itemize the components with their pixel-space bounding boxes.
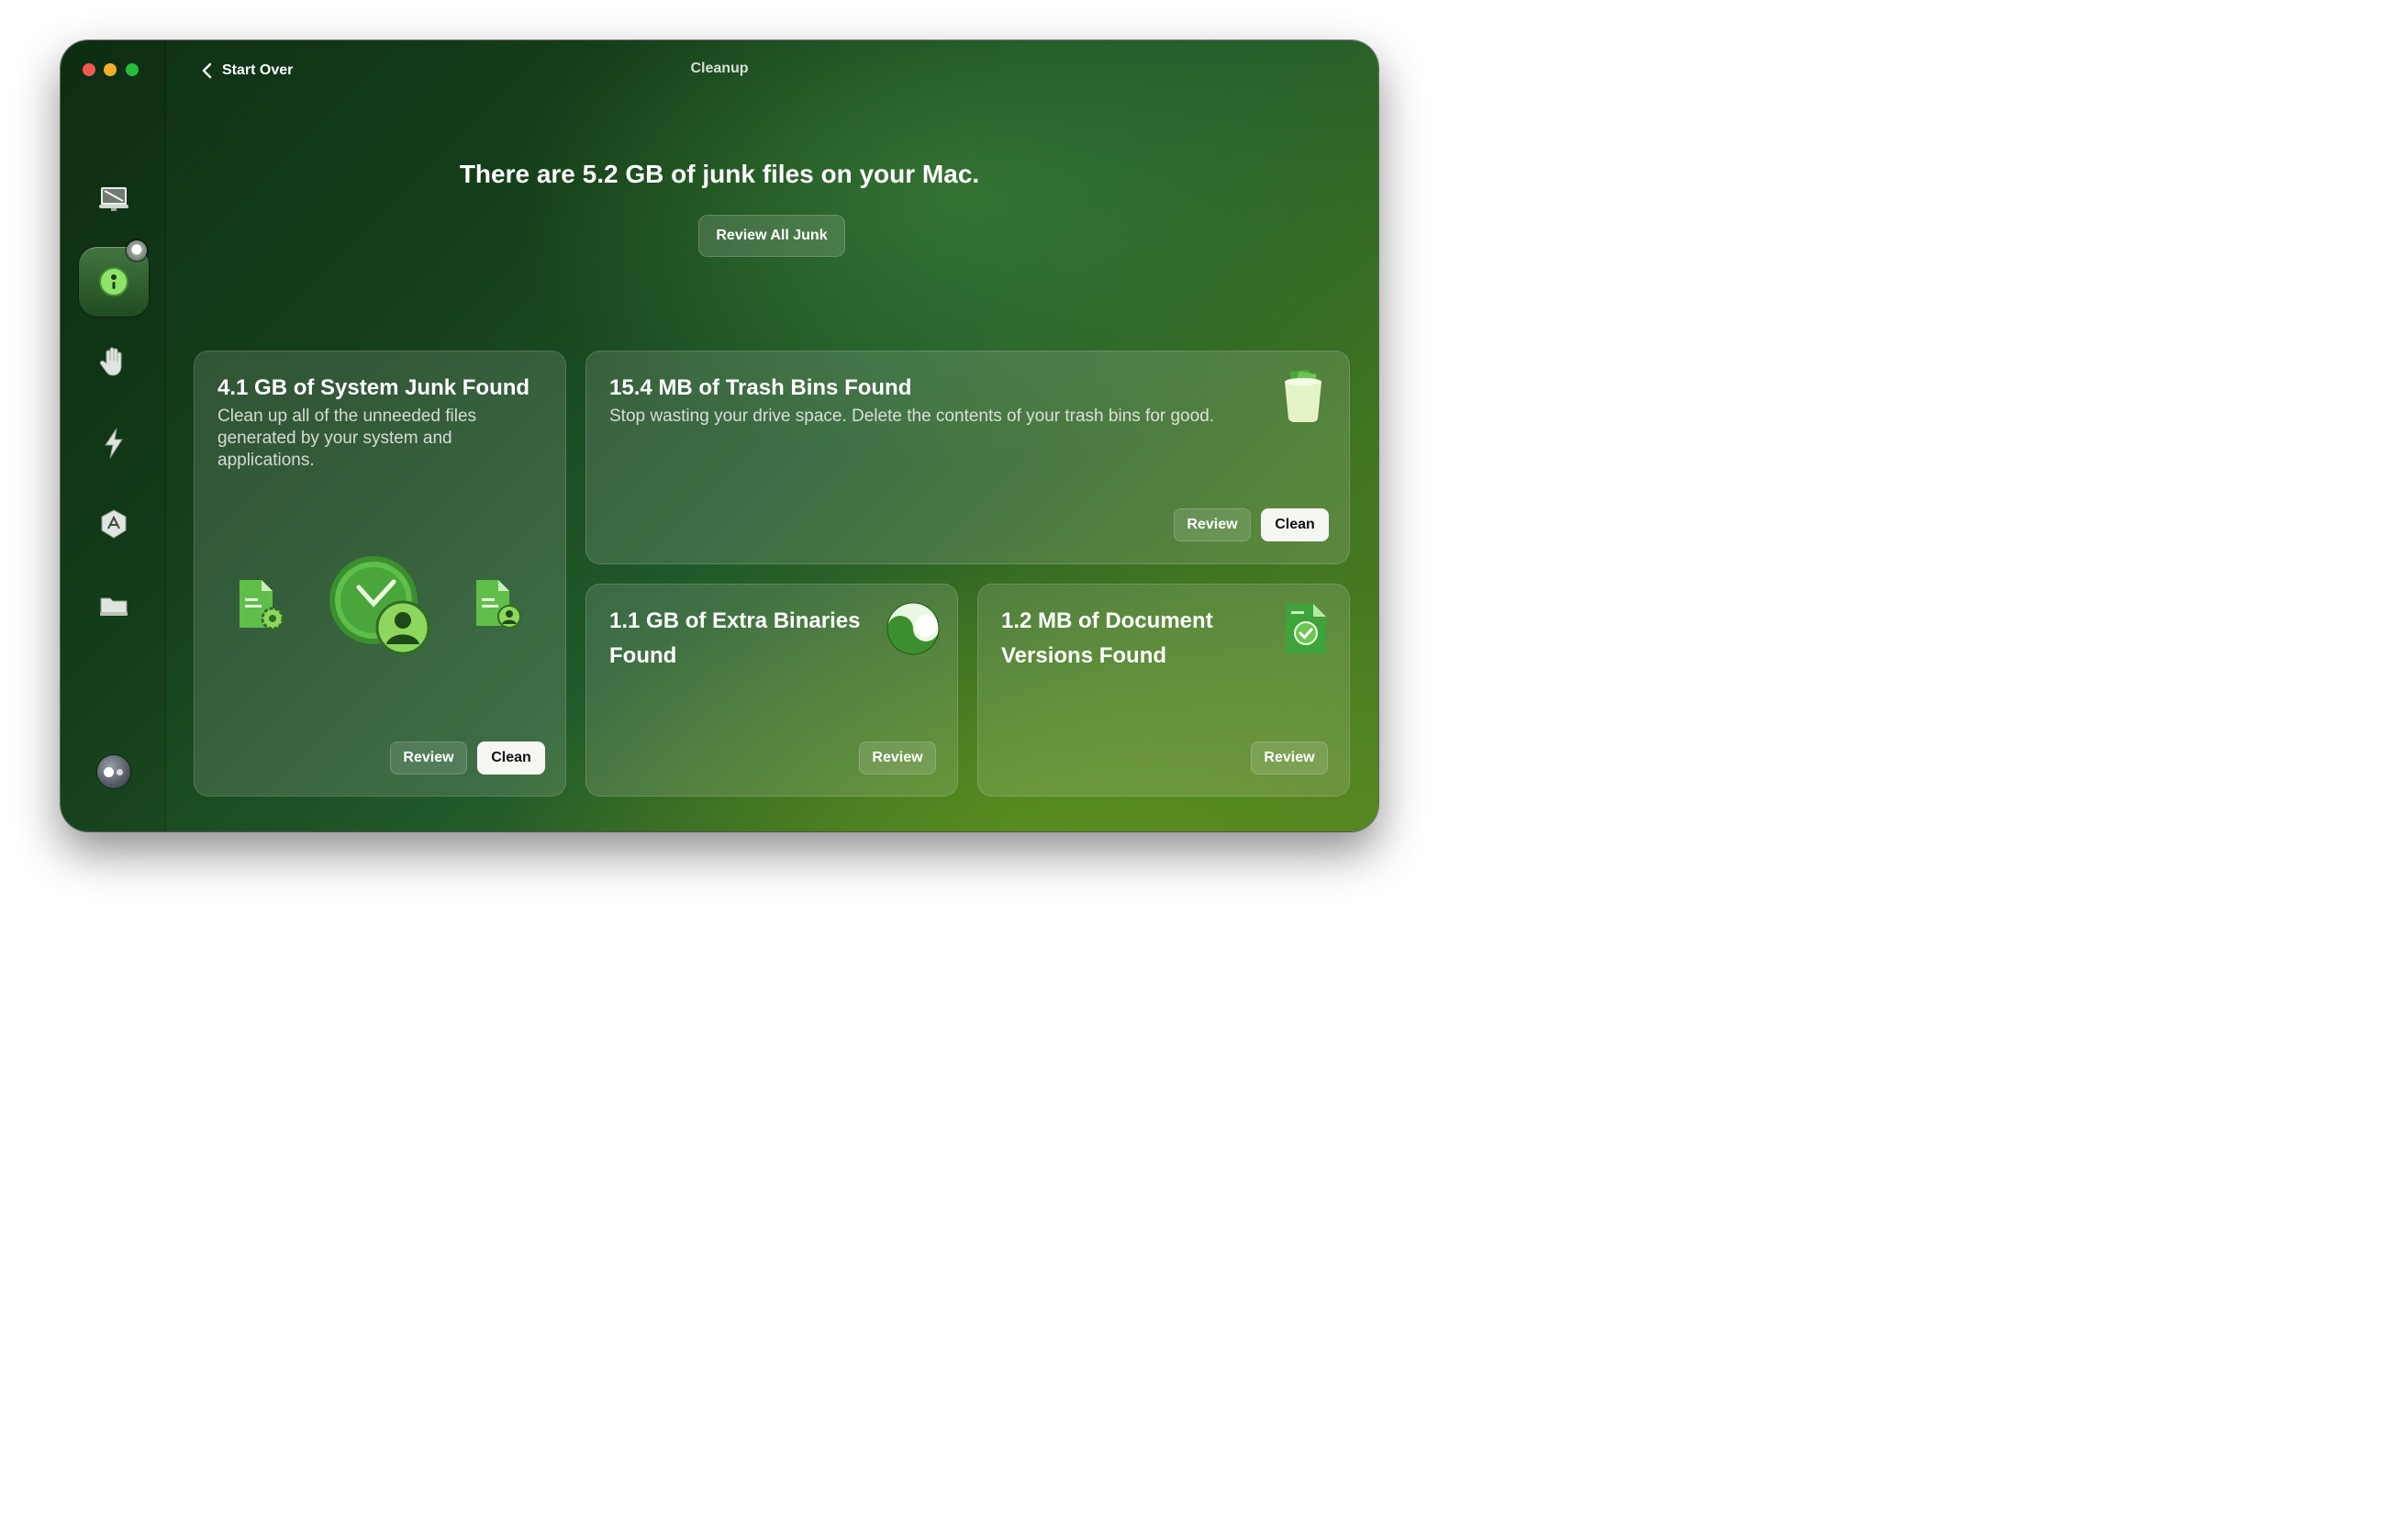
app-store-icon	[101, 509, 127, 539]
hand-icon	[99, 347, 122, 376]
cleanup-icon	[99, 267, 128, 296]
system-junk-clean-button[interactable]: Clean	[477, 741, 545, 775]
extra-binaries-card: 1.1 GB of Extra Binaries Found Review	[585, 584, 958, 797]
review-all-junk-button[interactable]: Review All Junk	[698, 215, 845, 257]
sidebar-item-performance[interactable]	[79, 408, 149, 478]
system-junk-card: 4.1 GB of System Junk Found Clean up all…	[194, 351, 566, 797]
document-versions-title: 1.2 MB of Document Versions Found	[1001, 608, 1213, 668]
sidebar-item-my-clutter[interactable]	[79, 571, 149, 641]
chevron-left-icon	[202, 62, 212, 79]
trash-bins-clean-button[interactable]: Clean	[1261, 508, 1329, 541]
page-headline: There are 5.2 GB of junk files on your M…	[459, 160, 980, 188]
system-junk-description: Clean up all of the unneeded files gener…	[217, 407, 477, 470]
app-window: Cleanup Start Over There are 5.2 GB of j…	[61, 40, 1378, 831]
sidebar-item-protection[interactable]	[79, 327, 149, 396]
trash-bin-icon	[1285, 369, 1321, 422]
start-over-label: Start Over	[222, 62, 294, 78]
document-versions-review-button[interactable]: Review	[1251, 741, 1328, 775]
trash-bins-description: Stop wasting your drive space. Delete th…	[609, 407, 1215, 426]
document-versions-card: 1.2 MB of Document Versions Found Review	[977, 584, 1350, 797]
user-file-icon	[476, 580, 521, 629]
binaries-icon	[886, 602, 940, 655]
system-junk-review-button[interactable]: Review	[390, 741, 467, 775]
clock-user-icon	[329, 556, 430, 655]
start-over-button[interactable]: Start Over	[200, 59, 293, 83]
assistant-icon[interactable]	[97, 755, 130, 788]
trash-bins-title: 15.4 MB of Trash Bins Found	[609, 375, 912, 400]
trash-bins-review-button[interactable]: Review	[1174, 508, 1251, 541]
system-file-gear-icon	[240, 580, 284, 630]
trash-bins-card: 15.4 MB of Trash Bins Found Stop wasting…	[585, 351, 1350, 564]
sidebar-item-applications[interactable]	[79, 489, 149, 559]
extra-binaries-title: 1.1 GB of Extra Binaries Found	[609, 608, 861, 668]
extra-binaries-review-button[interactable]: Review	[859, 741, 936, 775]
system-junk-title: 4.1 GB of System Junk Found	[217, 375, 530, 400]
folder-icon	[100, 597, 128, 616]
notification-badge	[127, 240, 147, 261]
document-check-icon	[1286, 604, 1326, 653]
lightning-icon	[105, 428, 123, 459]
